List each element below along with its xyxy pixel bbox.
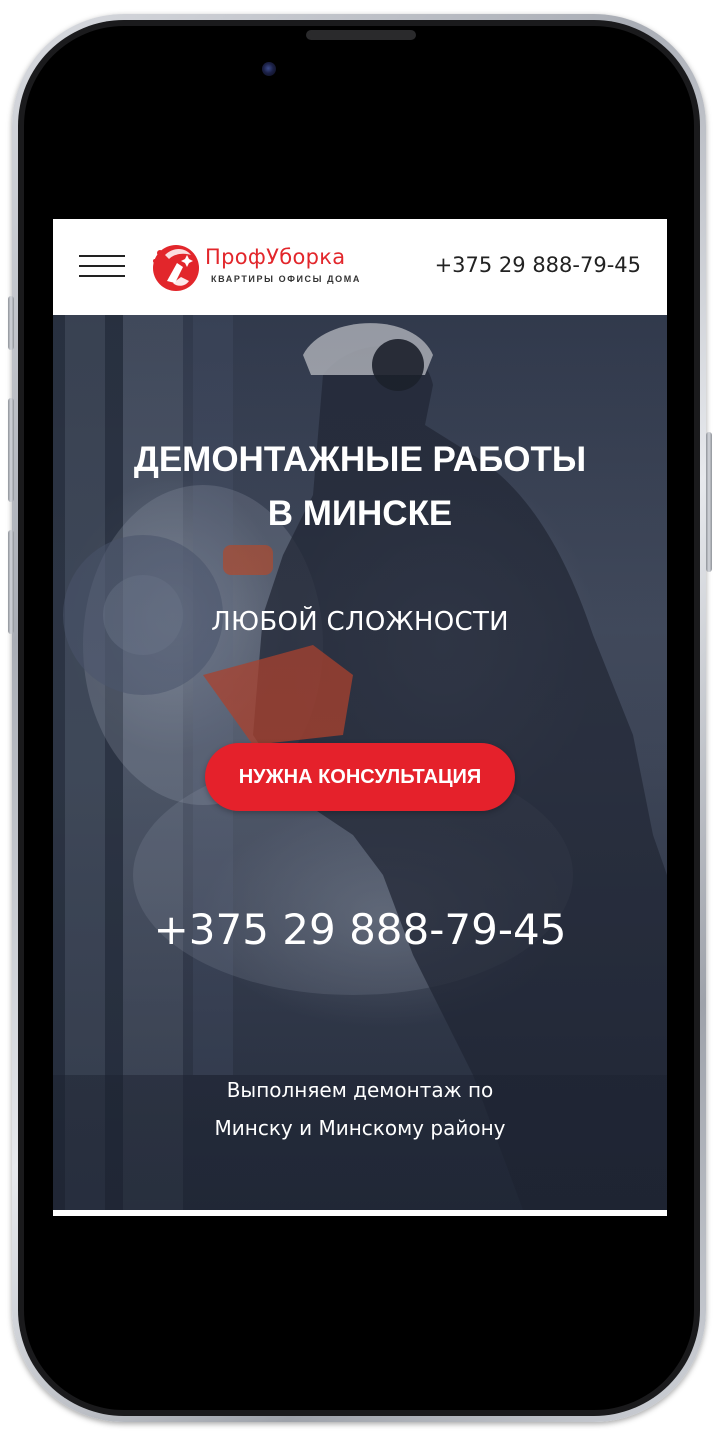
hero-phone-link[interactable]: +375 29 888-79-45 xyxy=(53,905,667,954)
hamburger-menu-icon[interactable] xyxy=(79,255,125,277)
cleaning-logo-icon xyxy=(153,245,199,291)
hero-bottom-divider xyxy=(53,1210,667,1216)
phone-silent-switch xyxy=(8,296,14,350)
hero-title-text: ДЕМОНТАЖНЫЕ РАБОТЫ В МИНСКЕ xyxy=(133,440,587,533)
mockup-stage: ПрофУборка КВАРТИРЫ ОФИСЫ ДОМА +375 29 8… xyxy=(0,0,720,1436)
consultation-button[interactable]: НУЖНА КОНСУЛЬТАЦИЯ xyxy=(205,743,515,811)
phone-speaker xyxy=(306,30,416,40)
phone-screen: ПрофУборка КВАРТИРЫ ОФИСЫ ДОМА +375 29 8… xyxy=(53,219,667,1216)
hero-title: ДЕМОНТАЖНЫЕ РАБОТЫ В МИНСКЕ xyxy=(53,433,667,541)
phone-volume-down-button xyxy=(8,530,14,634)
hero-subtitle: ЛЮБОЙ СЛОЖНОСТИ xyxy=(211,607,509,637)
logo-tagline: КВАРТИРЫ ОФИСЫ ДОМА xyxy=(211,274,361,284)
phone-power-button xyxy=(706,432,712,572)
phone-camera xyxy=(262,62,276,76)
logo-name: ПрофУборка xyxy=(205,245,346,269)
header-phone-link[interactable]: +375 29 888-79-45 xyxy=(435,253,641,277)
site-header: ПрофУборка КВАРТИРЫ ОФИСЫ ДОМА +375 29 8… xyxy=(53,219,667,315)
phone-volume-up-button xyxy=(8,398,14,502)
hero-section: ДЕМОНТАЖНЫЕ РАБОТЫ В МИНСКЕ ЛЮБОЙ СЛОЖНО… xyxy=(53,315,667,1210)
hero-description: Выполняем демонтаж по Минску и Минскому … xyxy=(214,1078,506,1140)
